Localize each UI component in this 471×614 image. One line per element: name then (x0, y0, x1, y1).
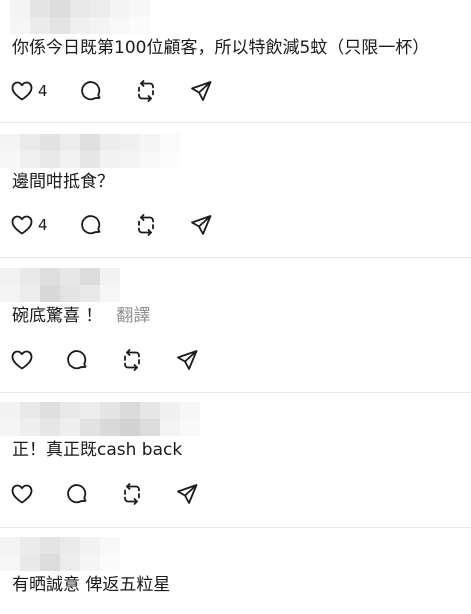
heart-icon (11, 484, 33, 504)
divider (0, 527, 471, 528)
reply-actions: 4 (0, 211, 240, 241)
reply-actions (0, 480, 240, 510)
comment-button[interactable] (65, 346, 89, 374)
share-icon (191, 215, 212, 235)
share-button[interactable] (189, 211, 213, 239)
share-icon (177, 484, 198, 504)
share-icon (177, 350, 198, 370)
like-button[interactable]: 4 (10, 77, 48, 105)
share-icon (191, 81, 212, 101)
reply-text: 邊間咁抵食？ (12, 172, 114, 192)
share-button[interactable] (189, 77, 213, 105)
translate-link[interactable]: 翻譯 (116, 306, 150, 326)
repost-icon (138, 214, 154, 236)
like-count: 4 (38, 216, 48, 234)
repost-icon (138, 80, 154, 102)
repost-icon (124, 483, 140, 505)
comment-icon (81, 81, 101, 101)
divider (0, 122, 471, 123)
username-redacted (0, 268, 120, 302)
repost-button[interactable] (120, 480, 144, 508)
share-button[interactable] (175, 346, 199, 374)
like-count: 4 (38, 82, 48, 100)
reply-text-content: 碗底驚喜 ！ (12, 306, 103, 326)
username-redacted (0, 402, 200, 436)
reply-actions (0, 346, 240, 376)
heart-icon (11, 81, 33, 101)
comment-icon (67, 484, 87, 504)
divider (0, 257, 471, 258)
repost-button[interactable] (134, 211, 158, 239)
heart-icon (11, 350, 33, 370)
comment-button[interactable] (65, 480, 89, 508)
like-button[interactable]: 4 (10, 211, 48, 239)
repost-button[interactable] (134, 77, 158, 105)
comment-icon (67, 350, 87, 370)
divider (0, 392, 471, 393)
repost-button[interactable] (120, 346, 144, 374)
like-button[interactable] (10, 346, 38, 374)
like-button[interactable] (10, 480, 38, 508)
reply-text: 有晒誠意 俾返五粒星 (12, 575, 171, 595)
heart-icon (11, 215, 33, 235)
username-redacted (10, 0, 150, 34)
share-button[interactable] (175, 480, 199, 508)
username-redacted (0, 537, 120, 571)
username-redacted (0, 134, 180, 168)
comment-button[interactable] (79, 211, 103, 239)
reply-actions: 4 (0, 77, 240, 107)
comment-icon (81, 215, 101, 235)
comment-button[interactable] (79, 77, 103, 105)
reply-text: 你係今日既第100位顧客，所以特飲減5蚊（只限一杯） (12, 38, 430, 58)
reply-text: 正！真正既cash back (12, 440, 183, 460)
reply-text: 碗底驚喜 ！ 翻譯 (12, 305, 150, 327)
repost-icon (124, 349, 140, 371)
